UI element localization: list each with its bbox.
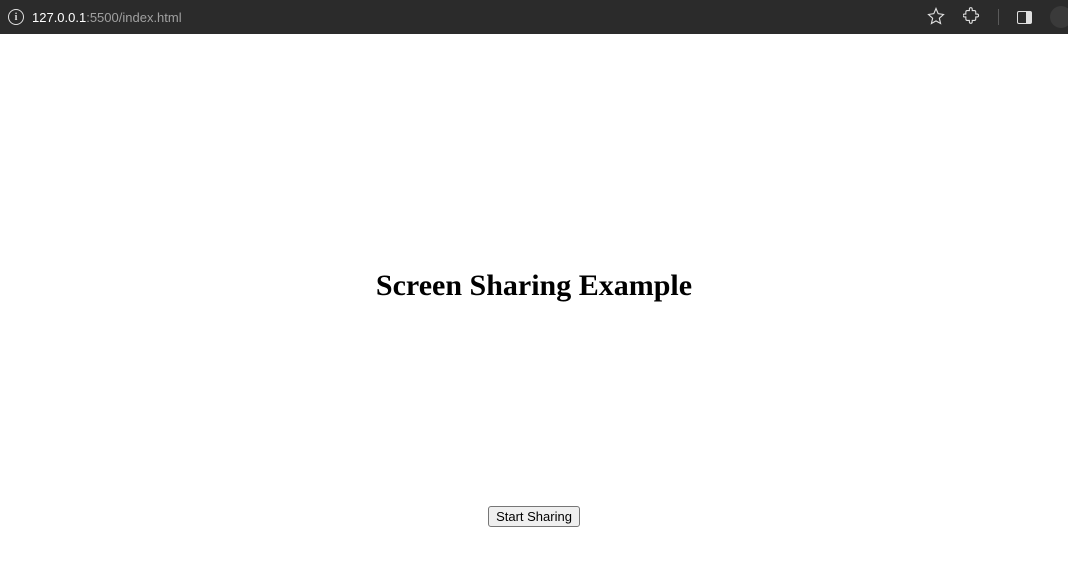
url-path: :5500/index.html bbox=[86, 10, 181, 25]
extensions-icon[interactable] bbox=[963, 7, 980, 27]
profile-avatar-icon[interactable] bbox=[1050, 6, 1068, 28]
browser-address-bar: i 127.0.0.1:5500/index.html bbox=[0, 0, 1068, 34]
page-content: Screen Sharing Example Start Sharing bbox=[0, 34, 1068, 575]
toolbar-divider bbox=[998, 9, 999, 25]
bookmark-star-icon[interactable] bbox=[927, 7, 945, 28]
browser-actions bbox=[927, 6, 1060, 28]
url-display[interactable]: 127.0.0.1:5500/index.html bbox=[32, 10, 182, 25]
address-area[interactable]: i 127.0.0.1:5500/index.html bbox=[8, 9, 182, 25]
start-sharing-button[interactable]: Start Sharing bbox=[488, 506, 580, 527]
url-host: 127.0.0.1 bbox=[32, 10, 86, 25]
side-panel-icon[interactable] bbox=[1017, 11, 1032, 24]
page-title: Screen Sharing Example bbox=[376, 269, 692, 303]
site-info-icon[interactable]: i bbox=[8, 9, 24, 25]
